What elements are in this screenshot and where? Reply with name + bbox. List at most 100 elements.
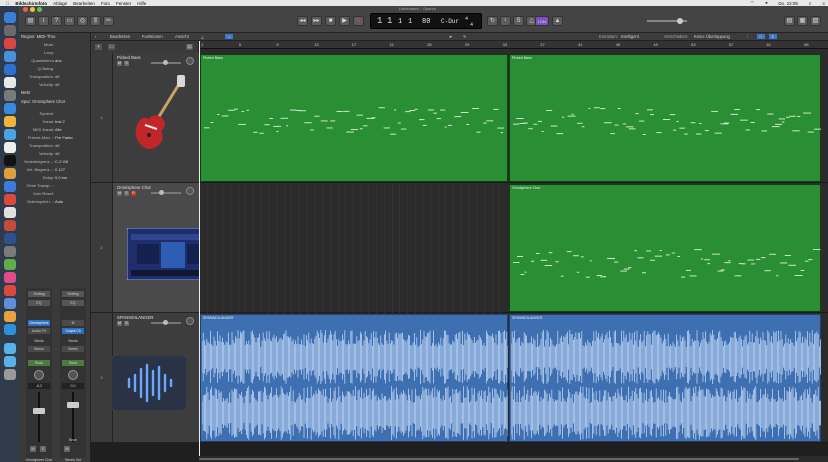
strip-setting-button[interactable]: Setting xyxy=(28,291,50,297)
close-window-button[interactable] xyxy=(23,7,28,12)
inspector-row[interactable]: Delay: 0,0 ms xyxy=(19,175,91,181)
safari-icon[interactable] xyxy=(3,51,16,62)
add-track-button[interactable]: + xyxy=(95,44,102,50)
menu-hilfe[interactable]: Hilfe xyxy=(137,1,146,6)
global-tracks-icon[interactable]: ▤ xyxy=(186,44,193,50)
inspector-row-value[interactable]: Alle xyxy=(55,127,62,133)
inspector-row[interactable]: Symbol: xyxy=(19,111,91,117)
inspector-row-value[interactable]: ±0 xyxy=(55,151,59,157)
app-icon-e[interactable] xyxy=(3,324,16,335)
master-volume-knob[interactable] xyxy=(677,18,683,24)
stop-button[interactable]: ■ xyxy=(325,16,336,26)
midi-region[interactable]: Picked Bass xyxy=(200,54,508,182)
browsers-icon[interactable]: ▧ xyxy=(810,16,821,26)
view-menu[interactable]: Ansicht xyxy=(175,34,189,39)
inspector-row-value[interactable]: ±0 xyxy=(55,74,59,80)
inspector-row[interactable]: Vel.-Begrenz...: 0 127 xyxy=(19,167,91,173)
track-number[interactable]: 3 xyxy=(91,313,112,443)
midi-region[interactable]: Omnisphere Chor xyxy=(509,184,821,312)
track-header[interactable]: SPANNDILANGER M S xyxy=(111,313,199,443)
maps-icon[interactable] xyxy=(3,103,16,114)
menu-ablage[interactable]: Ablage xyxy=(53,1,67,6)
inspector-row-value[interactable]: C-2 G8 xyxy=(55,159,68,165)
track-header[interactable]: Picked Bass M S xyxy=(112,53,199,183)
functions-menu[interactable]: Funktionen xyxy=(142,34,163,39)
strip-instrument-slot[interactable]: Omnisphere xyxy=(28,320,50,326)
out-fader[interactable] xyxy=(67,402,79,408)
horizontal-scrollbar[interactable] xyxy=(199,456,828,462)
inspector-row[interactable]: Velocity: ±0 xyxy=(19,151,91,157)
app-icon-d[interactable] xyxy=(3,311,16,322)
catch-icon[interactable]: ⟂ xyxy=(201,34,204,39)
edit-menu[interactable]: Bearbeiten xyxy=(110,34,130,39)
track-name[interactable]: Picked Bass xyxy=(117,55,141,60)
inspector-row[interactable]: Freeze-Mod...: Pre Fader xyxy=(19,135,91,141)
inspector-icon[interactable]: i xyxy=(38,16,49,26)
mute-button[interactable]: M xyxy=(117,191,122,196)
track-pan-knob[interactable] xyxy=(186,317,194,325)
reader-icon[interactable] xyxy=(3,220,16,231)
inspector-row-value[interactable]: 0,0 ms xyxy=(55,175,67,181)
play-button[interactable]: ▶ xyxy=(339,16,350,26)
bar-ruler[interactable]: 1 5 9 13 17 21 25 29 33 37 41 45 49 53 57 61 65 xyxy=(199,41,828,49)
track-volume-knob[interactable] xyxy=(159,190,164,195)
midi-region[interactable]: Picked Bass xyxy=(509,54,821,182)
out-automation-mode[interactable]: Read xyxy=(62,360,84,366)
inspector-row[interactable]: Loop: xyxy=(19,50,91,56)
scroll-thumb[interactable] xyxy=(199,458,799,460)
menu-foto[interactable]: Foto xyxy=(101,1,110,6)
inspector-row[interactable]: Notenspeich...: Auto xyxy=(19,199,91,205)
help-icon[interactable]: ? xyxy=(51,16,62,26)
menu-bearbeiten[interactable]: Bearbeiten xyxy=(73,1,95,6)
forward-button[interactable]: ▸▸ xyxy=(311,16,322,26)
record-enable-button[interactable]: R xyxy=(131,191,136,196)
documents-folder-icon[interactable] xyxy=(3,356,16,367)
list-editors-icon[interactable]: ▦ xyxy=(797,16,808,26)
downloads-folder-icon[interactable] xyxy=(3,343,16,354)
inspector-row-value[interactable]: Auto xyxy=(55,199,63,205)
track-volume-knob[interactable] xyxy=(163,320,168,325)
track-pan-knob[interactable] xyxy=(186,187,194,195)
out-mute-button[interactable]: M xyxy=(64,446,70,452)
inspector-row-value[interactable]: ±0 xyxy=(55,82,59,88)
inspector-row[interactable]: Notenbegrenz...: C-2 G8 xyxy=(19,159,91,165)
record-button[interactable]: ● xyxy=(353,16,364,26)
audio-region[interactable]: SPANNDILANGER xyxy=(509,314,821,442)
inspector-row[interactable]: Q-Swing: xyxy=(19,66,91,72)
logic-icon[interactable] xyxy=(3,142,16,153)
out-output-slot[interactable]: Stereo xyxy=(62,346,84,352)
out-fx-slot[interactable]: Output Ch xyxy=(62,328,84,334)
solo-button[interactable]: S xyxy=(124,61,129,66)
region-inspector-header[interactable]: Region: MIDI-Thru xyxy=(21,34,55,39)
snap-dropdown[interactable]: Intelligent xyxy=(621,34,639,39)
track-folder-icon[interactable]: ▭ xyxy=(108,44,115,50)
inspector-row[interactable]: Ohne Transp...: xyxy=(19,183,91,189)
strip-mute-button[interactable]: M xyxy=(30,446,36,452)
inspector-row-value[interactable]: Pre Fader xyxy=(55,135,73,141)
apple-icon[interactable]:  xyxy=(6,1,9,6)
solo-icon[interactable]: S xyxy=(513,16,524,26)
horizontal-zoom-icon[interactable]: ⇿ xyxy=(757,34,765,39)
app-icon-c[interactable] xyxy=(3,298,16,309)
tuner-icon[interactable]: ♮ xyxy=(500,16,511,26)
tools-icon[interactable] xyxy=(3,246,16,257)
photos-icon[interactable] xyxy=(3,38,16,49)
chrome-icon[interactable] xyxy=(3,168,16,179)
spotlight-icon[interactable]: ⌕ xyxy=(809,1,812,6)
out-link-button[interactable]: Ø xyxy=(62,320,84,326)
inspector-row-value[interactable]: 0 127 xyxy=(55,167,65,173)
app-icon-b[interactable] xyxy=(3,285,16,296)
appstore-icon[interactable] xyxy=(3,129,16,140)
inspector-row[interactable]: Kanal: Inst 2 xyxy=(19,119,91,125)
menu-app[interactable]: Bildschirmfoto xyxy=(15,1,47,6)
launchpad-icon[interactable] xyxy=(3,25,16,36)
track-header[interactable]: Omnisphere Chor M S R xyxy=(112,183,207,313)
garageband-icon[interactable] xyxy=(3,155,16,166)
track-number[interactable]: 1 xyxy=(91,53,112,183)
rewind-button[interactable]: ◂◂ xyxy=(297,16,308,26)
utility-icon[interactable] xyxy=(3,259,16,270)
mail-icon[interactable] xyxy=(3,64,16,75)
notification-icon[interactable]: ≡ xyxy=(822,1,825,6)
vertical-zoom-icon[interactable]: ⇕ xyxy=(769,34,777,39)
playhead-line[interactable] xyxy=(199,41,200,456)
